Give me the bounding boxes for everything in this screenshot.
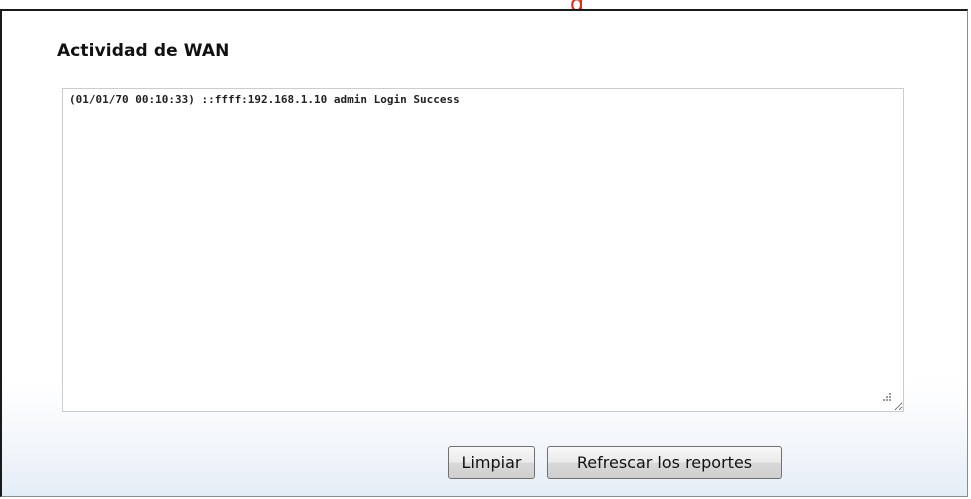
cropped-page-title: g bbox=[570, 0, 584, 9]
wan-activity-log[interactable]: (01/01/70 00:10:33) ::ffff:192.168.1.10 … bbox=[62, 88, 904, 412]
refresh-reports-button[interactable]: Refrescar los reportes bbox=[547, 446, 782, 479]
clear-button[interactable]: Limpiar bbox=[448, 446, 535, 479]
section-title: Actividad de WAN bbox=[57, 41, 230, 61]
